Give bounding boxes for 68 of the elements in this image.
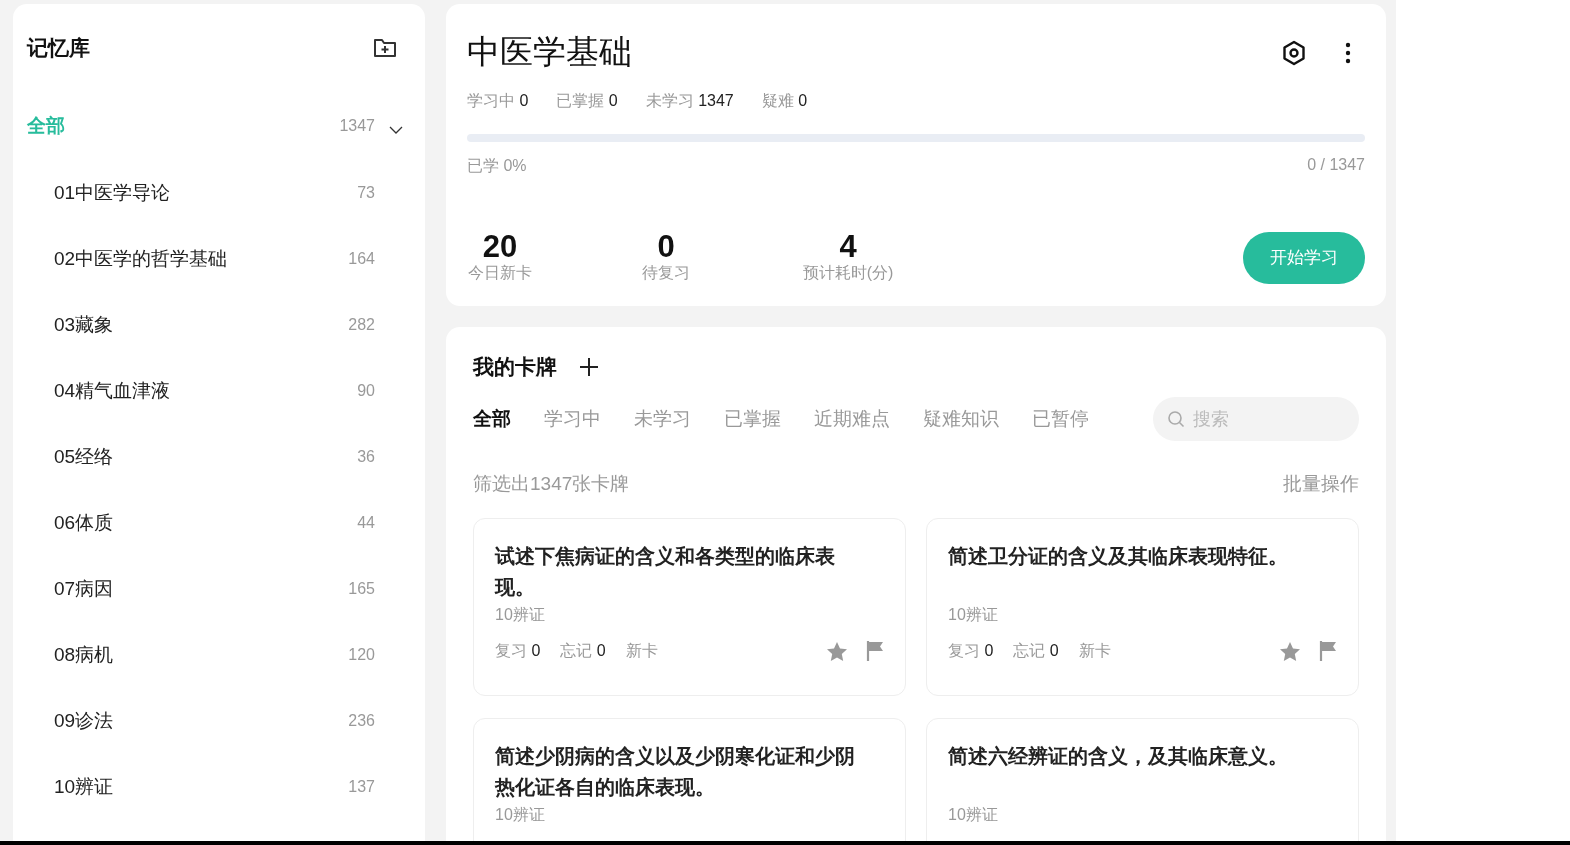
item-count: 90 bbox=[357, 382, 375, 400]
sidebar-item[interactable]: 07病因 bbox=[54, 576, 114, 602]
card-deck: 10辨证 bbox=[495, 805, 546, 825]
card-deck: 10辨证 bbox=[495, 605, 546, 625]
more-icon[interactable] bbox=[1345, 41, 1351, 64]
deck-stat: 已掌握 0 bbox=[556, 91, 618, 111]
sidebar-item[interactable]: 09诊法 bbox=[54, 708, 114, 734]
card-stat: 新卡 bbox=[1078, 640, 1111, 661]
star-icon[interactable] bbox=[826, 640, 848, 662]
search-field[interactable]: 搜索 bbox=[1153, 397, 1359, 441]
summary-value: 4 bbox=[839, 231, 857, 263]
item-count: 165 bbox=[348, 580, 375, 598]
card-stat: 忘记 0 bbox=[560, 640, 606, 661]
progress-reading: 0 / 1347 bbox=[1307, 156, 1365, 175]
flag-icon[interactable] bbox=[1319, 640, 1337, 662]
sidebar-item[interactable]: 01中医学导论 bbox=[54, 180, 171, 206]
question-card[interactable]: 简述卫分证的含义及其临床表现特征。 10辨证 复习 0 忘记 0 新卡 bbox=[926, 518, 1359, 696]
add-folder-icon[interactable] bbox=[373, 37, 397, 59]
sidebar-item[interactable]: 03藏象 bbox=[54, 312, 114, 338]
card-stat: 忘记 0 bbox=[1013, 640, 1059, 661]
item-count: 120 bbox=[348, 646, 375, 664]
item-count: 137 bbox=[348, 778, 375, 796]
item-count: 164 bbox=[348, 250, 375, 268]
item-count: 282 bbox=[348, 316, 375, 334]
search-input[interactable]: 搜索 bbox=[1193, 408, 1343, 430]
question-text: 简述少阴病的含义以及少阴寒化证和少阴热化证各自的临床表现。 bbox=[495, 744, 856, 800]
sidebar-item[interactable]: 05经络 bbox=[54, 444, 114, 470]
question-text: 简述卫分证的含义及其临床表现特征。 bbox=[948, 544, 1289, 569]
summary-value: 0 bbox=[657, 231, 675, 263]
summary-label: 预计耗时(分) bbox=[802, 263, 894, 283]
summary-label: 待复习 bbox=[642, 263, 690, 283]
sidebar-item[interactable]: 10辨证 bbox=[54, 774, 114, 800]
summary-value: 20 bbox=[482, 231, 518, 263]
item-count: 1347 bbox=[339, 117, 375, 135]
filter-summary: 筛选出1347张卡牌 bbox=[473, 472, 630, 496]
sidebar-item[interactable]: 08病机 bbox=[54, 642, 114, 668]
question-text: 简述六经辨证的含义，及其临床意义。 bbox=[948, 744, 1289, 769]
star-icon[interactable] bbox=[1279, 640, 1301, 662]
card-deck: 10辨证 bbox=[948, 605, 999, 625]
add-icon[interactable] bbox=[579, 357, 599, 377]
item-count: 44 bbox=[357, 514, 375, 532]
question-text: 试述下焦病证的含义和各类型的临床表现。 bbox=[495, 544, 836, 600]
question-card[interactable]: 试述下焦病证的含义和各类型的临床表现。 10辨证 复习 0 忘记 0 新卡 bbox=[473, 518, 906, 696]
sidebar-title: 记忆库 bbox=[27, 35, 90, 61]
search-icon bbox=[1167, 410, 1185, 428]
question-card[interactable]: 简述少阴病的含义以及少阴寒化证和少阴热化证各自的临床表现。 10辨证 bbox=[473, 718, 906, 841]
progress-label: 已学 0% bbox=[467, 156, 527, 176]
chevron-icon[interactable] bbox=[389, 125, 403, 135]
summary-label: 今日新卡 bbox=[468, 263, 532, 283]
sidebar-item[interactable]: 04精气血津液 bbox=[54, 378, 171, 404]
item-count: 73 bbox=[357, 184, 375, 202]
card-stat: 新卡 bbox=[625, 640, 658, 661]
deck-title: 中医学基础 bbox=[467, 32, 632, 72]
sidebar-item[interactable]: 02中医学的哲学基础 bbox=[54, 246, 228, 272]
question-card[interactable]: 简述六经辨证的含义，及其临床意义。 10辨证 bbox=[926, 718, 1359, 841]
flag-icon[interactable] bbox=[866, 640, 884, 662]
deck-stat: 学习中 0 bbox=[467, 91, 529, 111]
panel-title: 我的卡牌 bbox=[473, 354, 557, 380]
card-deck: 10辨证 bbox=[948, 805, 999, 825]
deck-stat: 未学习 1347 bbox=[645, 91, 734, 111]
item-count: 36 bbox=[357, 448, 375, 466]
deck-stat: 疑难 0 bbox=[761, 91, 808, 111]
sidebar-item[interactable]: 06体质 bbox=[54, 510, 114, 536]
card-stat: 复习 0 bbox=[948, 640, 994, 661]
item-count: 236 bbox=[348, 712, 375, 730]
card-stat: 复习 0 bbox=[495, 640, 541, 661]
settings-icon[interactable] bbox=[1281, 39, 1307, 66]
filter-tab[interactable]: 全部 bbox=[473, 406, 511, 432]
